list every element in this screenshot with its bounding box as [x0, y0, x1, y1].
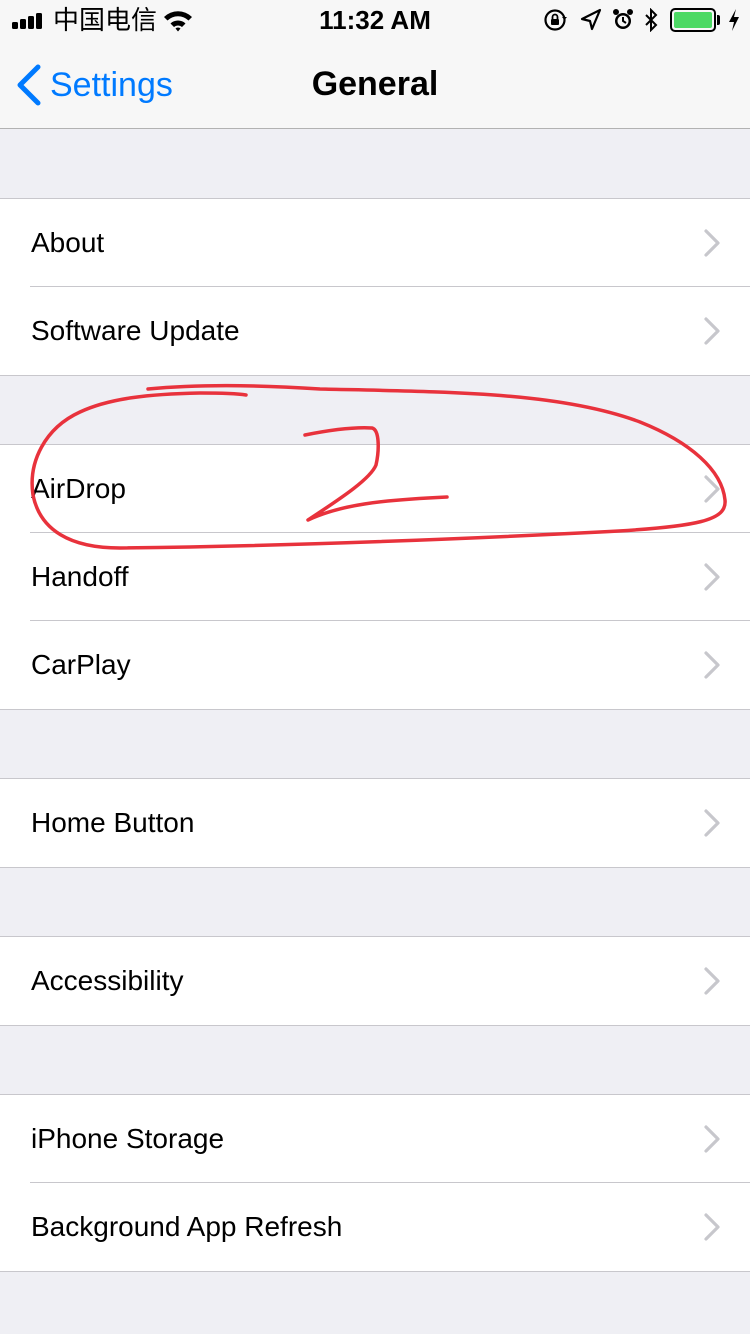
battery-level: [674, 12, 712, 28]
chevron-right-icon: [704, 1213, 720, 1241]
page-title: General: [311, 65, 439, 103]
chevron-right-icon: [704, 229, 720, 257]
row-label: iPhone Storage: [31, 1123, 225, 1154]
row-handoff[interactable]: Handoff: [0, 532, 750, 621]
navigation-bar: Settings General: [0, 40, 750, 129]
settings-group-home-button: Home Button: [0, 778, 750, 868]
row-iphone-storage[interactable]: iPhone Storage: [0, 1095, 750, 1183]
chevron-right-icon: [704, 1125, 720, 1153]
row-carplay[interactable]: CarPlay: [0, 620, 750, 709]
settings-group-storage: iPhone Storage Background App Refresh: [0, 1094, 750, 1272]
chevron-right-icon: [704, 809, 720, 837]
status-bar: 中国电信 11:32 AM: [0, 0, 750, 40]
battery-cap: [717, 15, 720, 25]
chevron-right-icon: [704, 563, 720, 591]
row-label: Accessibility: [31, 965, 184, 996]
row-label: About: [31, 227, 105, 258]
row-label: AirDrop: [31, 473, 126, 504]
settings-group-about: About Software Update: [0, 198, 750, 376]
row-label: CarPlay: [31, 649, 131, 680]
row-about[interactable]: About: [0, 199, 750, 287]
row-background-app-refresh[interactable]: Background App Refresh: [0, 1182, 750, 1271]
battery-icon: [670, 8, 716, 32]
row-accessibility[interactable]: Accessibility: [0, 937, 750, 1025]
location-icon: [580, 8, 602, 31]
row-airdrop[interactable]: AirDrop: [0, 445, 750, 533]
orientation-lock-icon: [544, 9, 567, 31]
charging-icon: [729, 9, 739, 31]
settings-general-screen: 中国电信 11:32 AM Settings General About Sof…: [0, 0, 750, 1334]
chevron-right-icon: [704, 475, 720, 503]
row-label: Home Button: [31, 807, 195, 838]
settings-group-connectivity: AirDrop Handoff CarPlay: [0, 444, 750, 710]
status-time: 11:32 AM: [319, 5, 431, 35]
chevron-right-icon: [704, 967, 720, 995]
alarm-icon: [613, 9, 633, 29]
row-software-update[interactable]: Software Update: [0, 286, 750, 375]
row-home-button[interactable]: Home Button: [0, 779, 750, 867]
settings-group-accessibility: Accessibility: [0, 936, 750, 1026]
row-label: Handoff: [31, 561, 129, 592]
chevron-right-icon: [704, 651, 720, 679]
chevron-right-icon: [704, 317, 720, 345]
bluetooth-icon: [645, 8, 658, 32]
row-label: Software Update: [31, 315, 240, 346]
row-label: Background App Refresh: [31, 1211, 343, 1242]
